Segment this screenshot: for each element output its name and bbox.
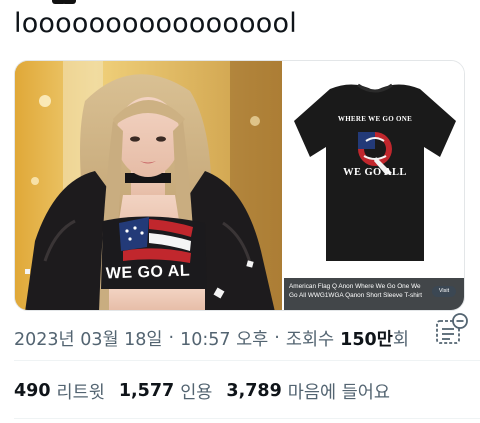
visit-button[interactable]: Visit	[432, 286, 456, 297]
meta-separator: ·	[274, 328, 280, 348]
shirt-text-bottom: WE GO ALL	[343, 167, 407, 178]
views-count: 150만	[340, 329, 393, 350]
product-caption-overlay: American Flag Q Anon Where We Go One We …	[284, 278, 464, 310]
views-label: 조회수	[285, 329, 335, 350]
views-suffix: 회	[392, 329, 409, 350]
tweet-meta: 2023년 03월 18일 · 10:57 오후 · 조회수 150만 회	[14, 323, 409, 353]
tweet-date[interactable]: 2023년 03월 18일	[14, 326, 163, 351]
quotes-count: 1,577	[118, 381, 175, 401]
tweet-text: looooooooooooooool	[14, 8, 297, 39]
divider	[14, 360, 480, 361]
meta-separator: ·	[168, 328, 175, 348]
quotes-label: 인용	[180, 382, 213, 403]
engagement-stats: 490 리트윗 1,577 인용 3,789 마음에 들어요	[14, 376, 404, 406]
product-caption: American Flag Q Anon Where We Go One We …	[289, 283, 423, 299]
likes-stat[interactable]: 3,789 마음에 들어요	[226, 379, 390, 404]
retweets-label: 리트윗	[56, 382, 105, 403]
analytics-icon[interactable]	[434, 312, 470, 348]
retweets-stat[interactable]: 490 리트윗	[14, 379, 105, 404]
tweet-time[interactable]: 10:57 오후	[180, 326, 268, 351]
retweets-count: 490	[14, 381, 51, 401]
divider	[14, 418, 480, 419]
cutoff-fragment	[0, 0, 480, 4]
likes-count: 3,789	[226, 381, 282, 401]
quotes-stat[interactable]: 1,577 인용	[119, 379, 213, 404]
tweet-media[interactable]: WE GO AL WHERE WE GO ONE WE GO ALL Ameri…	[14, 60, 465, 311]
performer-photo[interactable]: WE GO AL	[15, 61, 282, 310]
shirt-text-top: WHERE WE GO ONE	[337, 115, 413, 123]
likes-label: 마음에 들어요	[287, 382, 390, 403]
product-photo[interactable]: WHERE WE GO ONE WE GO ALL American Flag …	[284, 61, 464, 310]
tshirt-illustration	[294, 83, 456, 261]
